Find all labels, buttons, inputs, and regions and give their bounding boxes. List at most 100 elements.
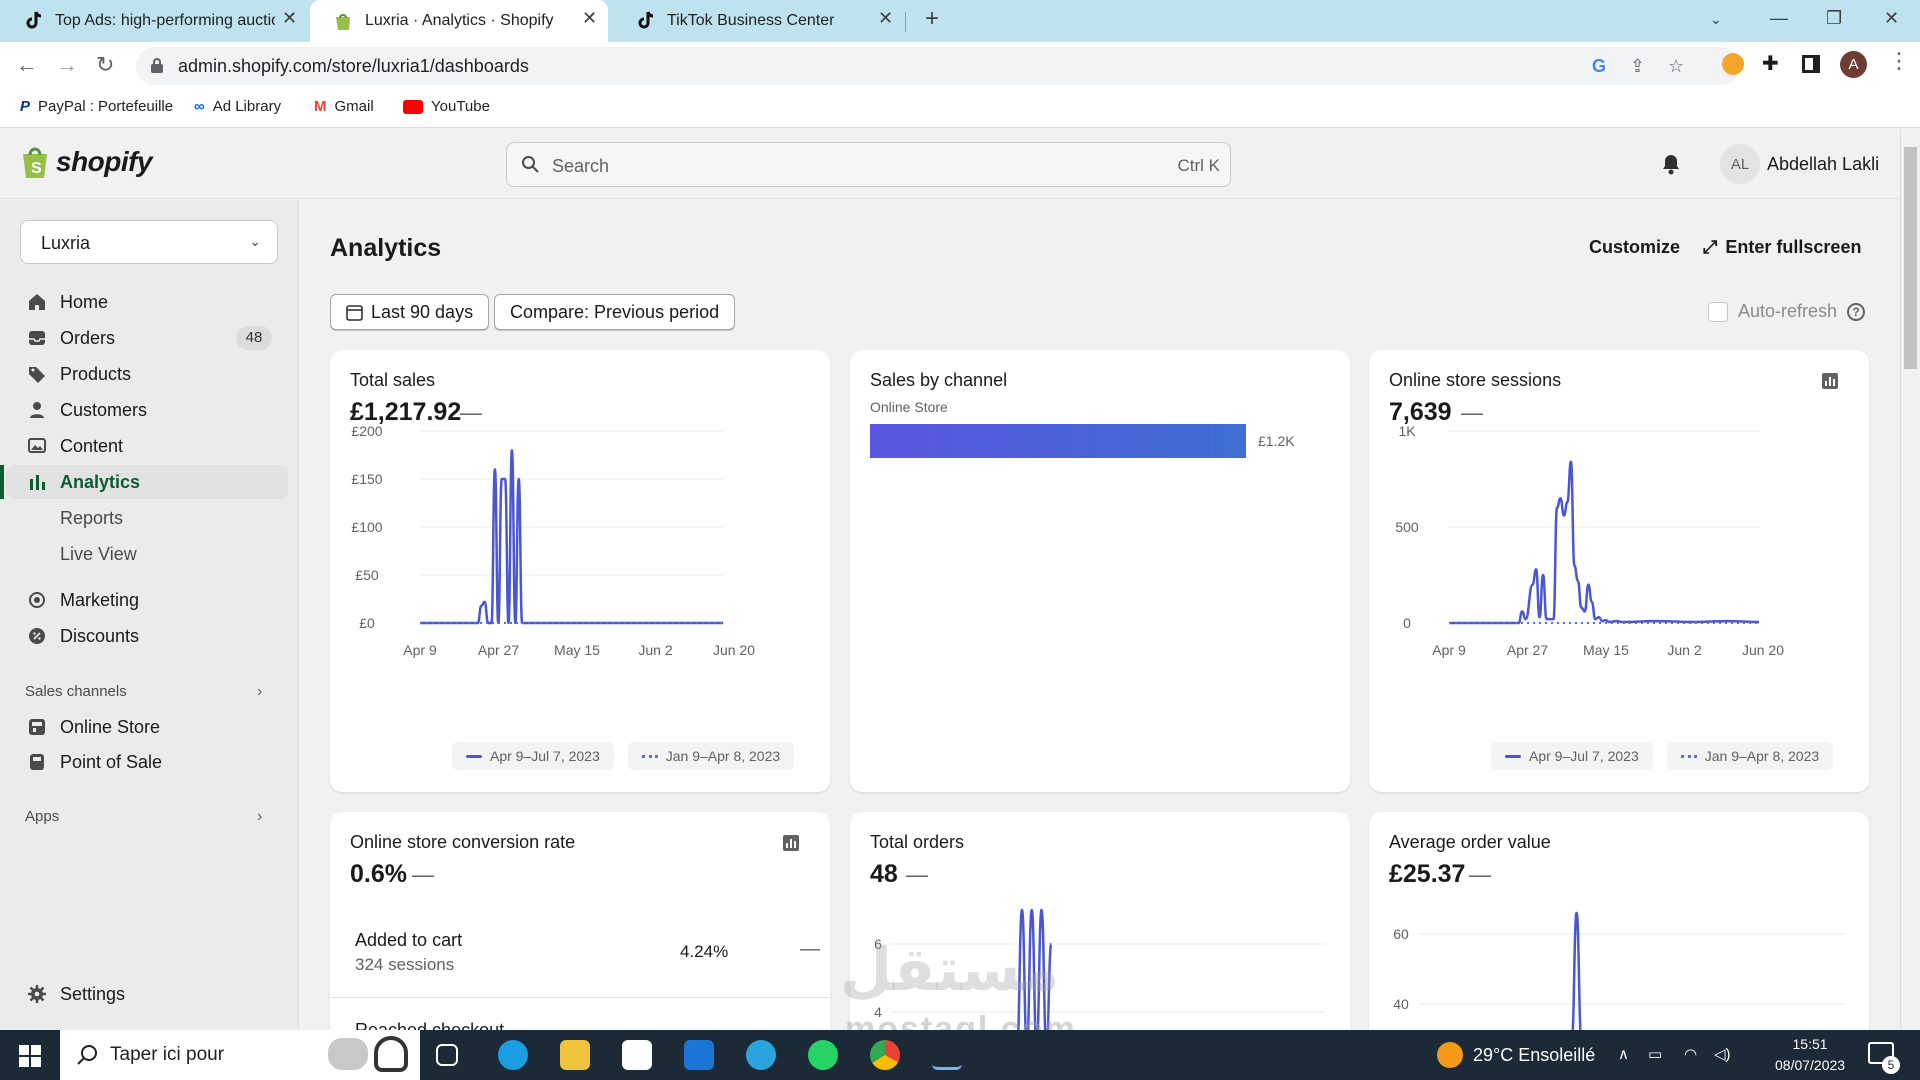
sidebar-item-label: Live View [60,544,137,564]
legend-current[interactable]: Apr 9–Jul 7, 2023 [452,742,614,770]
conversion-rate-card[interactable]: Online store conversion rate 0.6% — Adde… [330,812,830,1030]
series-line-current [420,448,723,625]
chevron-up-icon[interactable]: ∧ [1618,1045,1629,1063]
sidebar-item-orders[interactable]: Orders 48 [0,321,290,355]
date-range-button[interactable]: Last 90 days [330,294,490,330]
bookmark-gmail[interactable]: M Gmail [314,98,374,115]
sidebar-item-label: Reports [60,508,124,528]
legend-previous[interactable]: Jan 9–Apr 8, 2023 [1666,742,1834,770]
taskbar-search[interactable]: Taper ici pour [60,1030,420,1080]
reload-icon[interactable]: ↻ [96,52,114,78]
store-app-icon[interactable] [622,1040,652,1070]
sessions-card[interactable]: Online store sessions 7,639 — 0 500 1K Apr … [1369,350,1869,792]
bookmark-ad-library[interactable]: ∞ Ad Library [194,98,281,115]
back-icon[interactable]: ← [16,52,38,78]
sidebar-item-label: Online Store [60,717,161,737]
total-sales-card[interactable]: Total sales £1,217.92 — £0 £50 £100 £150 £20… [330,350,830,792]
close-icon[interactable]: ✕ [582,8,597,29]
section-label: Apps [25,808,60,825]
edge-icon[interactable] [498,1040,528,1070]
page-scrollbar[interactable] [1900,129,1920,1029]
store-selector[interactable]: Luxria ⌄ [20,220,278,264]
search-input[interactable]: Search Ctrl K [506,142,1231,187]
bell-icon[interactable] [1661,153,1681,175]
mail-icon[interactable] [684,1040,714,1070]
sidebar-item-point-of-sale[interactable]: Point of Sale [0,745,290,779]
new-tab-icon[interactable]: + [925,5,939,33]
chrome-icon[interactable] [870,1040,900,1070]
close-icon[interactable]: ✕ [878,8,893,29]
app-icon[interactable] [932,1040,962,1070]
tab-title: Top Ads: high-performing auctio [55,12,275,29]
sidebar-item-analytics[interactable]: Analytics [6,465,288,499]
sidebar-item-discounts[interactable]: Discounts [0,619,290,653]
compare-button[interactable]: Compare: Previous period [494,294,736,330]
tab-shopify-analytics[interactable]: Luxria · Analytics · Shopify ✕ [310,0,608,42]
sidebar-item-customers[interactable]: Customers [0,393,290,427]
sales-channels-header[interactable]: Sales channels › [25,683,262,700]
legend-swatch [1505,754,1521,758]
aov-card[interactable]: Average order value £25.37 — 40 60 [1369,812,1869,1030]
sidebar-item-reports[interactable]: Reports [0,501,290,535]
legend-previous[interactable]: Jan 9–Apr 8, 2023 [627,742,795,770]
scrollbar-thumb[interactable] [1904,147,1917,369]
chart-type-icon[interactable] [782,834,800,852]
sidebar-item-home[interactable]: Home [0,285,290,319]
weather-widget[interactable]: 29°C Ensoleillé [1437,1042,1595,1068]
customize-button[interactable]: Customize [1589,237,1680,258]
user-name[interactable]: Abdellah Lakli [1767,154,1879,175]
sidebar-item-online-store[interactable]: Online Store [0,710,290,744]
browser-tab-bar: Top Ads: high-performing auctio ✕ Luxria… [0,0,1920,42]
task-view-icon[interactable] [436,1044,458,1066]
sidebar-item-marketing[interactable]: Marketing [0,583,290,617]
auto-refresh-checkbox[interactable] [1708,301,1728,322]
chevron-down-icon[interactable]: ⌄ [1710,11,1722,28]
avatar[interactable]: AL [1720,144,1760,184]
puzzle-icon[interactable]: ✚ [1762,51,1779,76]
wifi-icon[interactable]: ◠ [1684,1045,1697,1063]
tab-title: Luxria · Analytics · Shopify [365,12,554,29]
menu-icon[interactable]: ⋮ [1888,48,1910,74]
extension-icon[interactable] [1722,53,1744,75]
close-window-icon[interactable]: ✕ [1884,8,1899,29]
bookmark-label: Gmail [334,98,374,115]
volume-icon[interactable]: ◁) [1714,1045,1731,1063]
fullscreen-button[interactable]: ⤢ Enter fullscreen [1703,237,1861,258]
battery-icon[interactable]: ▭ [1648,1045,1662,1063]
whatsapp-icon[interactable] [808,1040,838,1070]
google-icon[interactable]: G [1592,56,1606,77]
forward-icon[interactable]: → [56,52,78,78]
fullscreen-label: Enter fullscreen [1725,237,1862,257]
auto-refresh-toggle[interactable]: Auto-refresh ? [1708,301,1866,322]
y-tick-label: 500 [1395,519,1419,535]
apps-header[interactable]: Apps › [25,808,262,825]
shopify-logo[interactable]: S shopify [20,145,153,179]
windows-taskbar: Taper ici pour 29°C Ensoleillé ∧ ▭ ◠ ◁) … [0,1030,1920,1080]
help-icon[interactable]: ? [1847,302,1866,321]
logo-text: shopify [56,146,153,177]
address-bar[interactable]: admin.shopify.com/store/luxria1/dashboar… [136,47,1740,85]
y-tick-label: 0 [1403,615,1411,631]
tab-tiktok-business[interactable]: TikTok Business Center [612,0,910,42]
sidebar-item-live-view[interactable]: Live View [0,537,290,571]
legend-current[interactable]: Apr 9–Jul 7, 2023 [1491,742,1653,770]
person-icon [30,402,44,418]
restore-icon[interactable]: ❐ [1826,8,1842,29]
sidebar-item-settings[interactable]: Settings [0,977,290,1011]
telegram-icon[interactable] [746,1040,776,1070]
sidebar-item-content[interactable]: Content [0,429,290,463]
close-icon[interactable]: ✕ [282,8,297,29]
side-panel-icon[interactable] [1802,55,1820,73]
share-icon[interactable]: ⇪ [1630,56,1645,77]
taskbar-clock[interactable]: 15:51 08/07/2023 [1775,1034,1845,1076]
sales-by-channel-card[interactable]: Sales by channel Online Store £1.2K [850,350,1350,792]
profile-avatar[interactable]: A [1840,51,1867,78]
bookmark-paypal[interactable]: P PayPal : Portefeuille [20,98,173,115]
minimize-icon[interactable]: — [1770,8,1788,29]
windows-start-icon[interactable] [19,1045,41,1067]
file-explorer-icon[interactable] [560,1040,590,1070]
bookmark-youtube[interactable]: YouTube [403,98,490,115]
sidebar-item-products[interactable]: Products [0,357,290,391]
tab-tiktok-ads[interactable]: Top Ads: high-performing auctio ✕ [0,0,300,42]
star-icon[interactable]: ☆ [1668,56,1684,77]
